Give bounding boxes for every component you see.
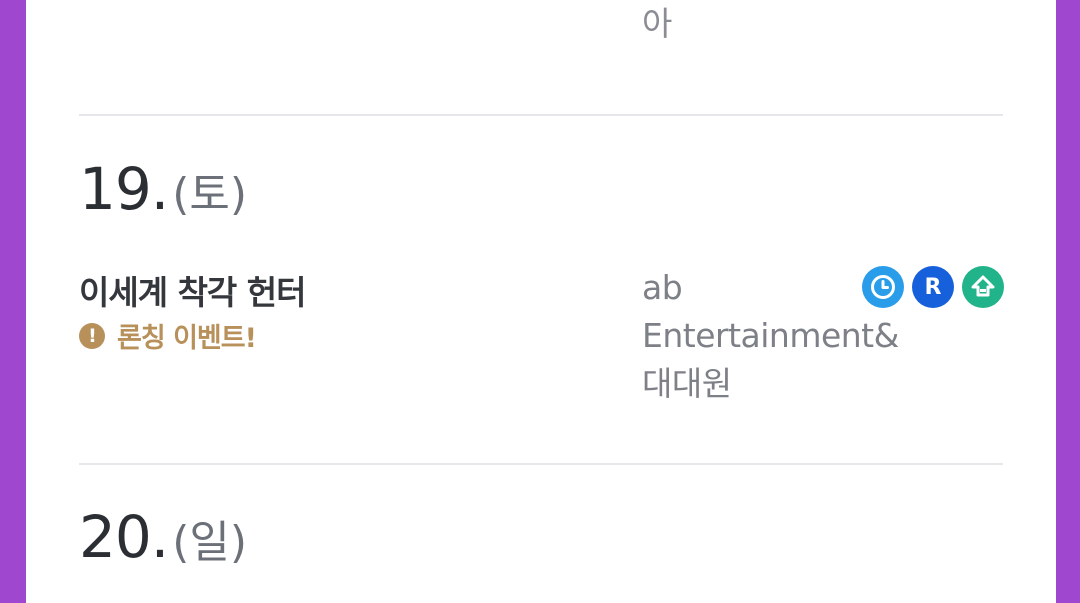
author-line: Entertainment& [642,316,899,355]
author-line: 대대원 [642,364,732,403]
day-of-week: (일) [172,517,248,568]
series-title[interactable]: 이세계 착각 헌터 [79,266,306,314]
previous-entry-author: 아 [642,0,672,48]
platform-badges: R [862,266,1004,308]
release-schedule-page: 아 19. (토) 이세계 착각 헌터 ! 론칭 이벤트! ab Enterta… [26,0,1056,603]
day-heading-19: 19. (토) [79,155,247,223]
ridi-icon-label: R [924,274,942,300]
ridi-icon[interactable]: R [912,266,954,308]
green-store-icon[interactable] [962,266,1004,308]
exclamation-icon: ! [79,322,105,349]
day-heading-20: 20. (일) [79,503,247,571]
day-of-week: (토) [172,169,248,220]
notice-label: 론칭 이벤트! [117,323,257,354]
day-number: 19. [79,155,169,223]
previous-entry-author-tail: 아 [642,4,673,43]
day-number: 20. [79,503,169,571]
divider [79,114,1003,116]
launch-event-notice[interactable]: ! 론칭 이벤트! [79,316,257,355]
divider [79,463,1003,465]
timer-icon[interactable] [862,266,904,308]
